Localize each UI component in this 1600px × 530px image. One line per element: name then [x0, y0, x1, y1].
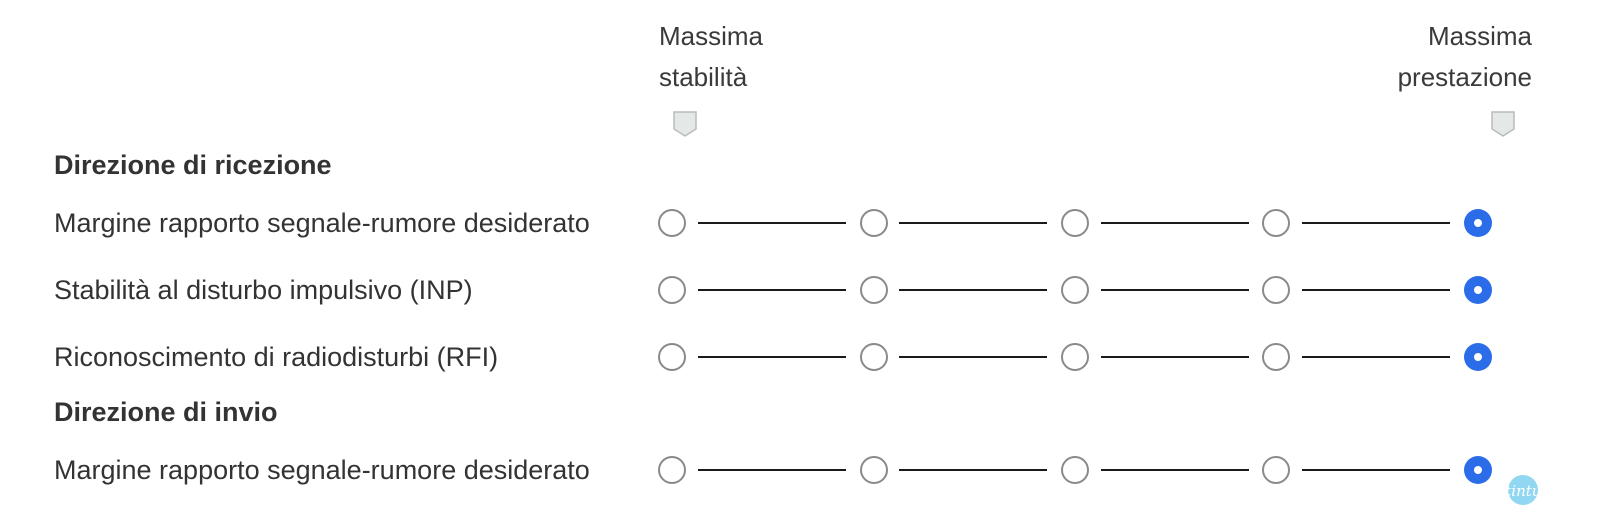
scale-radio-2[interactable]: [860, 456, 888, 484]
scale-connector: [698, 469, 846, 471]
scale-connector: [698, 222, 846, 224]
scale-connector: [1302, 356, 1450, 358]
scale-radio-2[interactable]: [860, 276, 888, 304]
max-stability-label-line1: Massima: [659, 21, 764, 51]
scale-marker-left-icon: [673, 111, 697, 137]
watermark-logo: Stintup: [1495, 475, 1551, 505]
max-stability-label: Massima stabilità: [659, 16, 763, 98]
scale-connector: [1101, 289, 1249, 291]
setting-row-snr-margin-send: Margine rapporto segnale-rumore desidera…: [0, 445, 1600, 495]
scale-radio-1[interactable]: [658, 456, 686, 484]
scale-connector: [1101, 356, 1249, 358]
section-title-send: Direzione di invio: [54, 397, 278, 427]
row-label: Riconoscimento di radiodisturbi (RFI): [54, 342, 499, 372]
scale-connector: [899, 222, 1047, 224]
row-label: Margine rapporto segnale-rumore desidera…: [54, 208, 590, 238]
scale-radio-3[interactable]: [1061, 276, 1089, 304]
line-settings-panel: Massima stabilità Massima prestazione Di…: [0, 0, 1600, 530]
scale-connector: [1302, 289, 1450, 291]
scale-radio-2[interactable]: [860, 343, 888, 371]
svg-text:Stintup: Stintup: [1495, 482, 1551, 500]
scale-connector: [1302, 222, 1450, 224]
scale-radio-1[interactable]: [658, 276, 686, 304]
scale-radio-2[interactable]: [860, 209, 888, 237]
scale-radio-5[interactable]: [1464, 456, 1492, 484]
setting-row-snr-margin-receive: Margine rapporto segnale-rumore desidera…: [0, 198, 1600, 248]
section-title-receive: Direzione di ricezione: [54, 150, 332, 180]
scale-marker-right-icon: [1491, 111, 1515, 137]
scale-connector: [899, 356, 1047, 358]
scale-connector: [1101, 469, 1249, 471]
scale-radio-4[interactable]: [1262, 343, 1290, 371]
scale-radio-5[interactable]: [1464, 209, 1492, 237]
scale-radio-1[interactable]: [658, 343, 686, 371]
scale-connector: [899, 469, 1047, 471]
scale-radio-4[interactable]: [1262, 456, 1290, 484]
scale-radio-3[interactable]: [1061, 209, 1089, 237]
scale-radio-5[interactable]: [1464, 276, 1492, 304]
row-label: Stabilità al disturbo impulsivo (INP): [54, 275, 473, 305]
scale-connector: [698, 356, 846, 358]
row-label: Margine rapporto segnale-rumore desidera…: [54, 455, 590, 485]
scale-connector: [1302, 469, 1450, 471]
scale-radio-1[interactable]: [658, 209, 686, 237]
scale-radio-5[interactable]: [1464, 343, 1492, 371]
max-performance-label-line1: Massima: [1427, 21, 1532, 51]
setting-row-inp-receive: Stabilità al disturbo impulsivo (INP): [0, 265, 1600, 315]
max-performance-label: Massima prestazione: [1398, 16, 1532, 98]
setting-row-rfi-receive: Riconoscimento di radiodisturbi (RFI): [0, 332, 1600, 382]
scale-connector: [698, 289, 846, 291]
scale-radio-4[interactable]: [1262, 209, 1290, 237]
scale-connector: [1101, 222, 1249, 224]
max-stability-label-line2: stabilità: [659, 62, 748, 92]
max-performance-label-line2: prestazione: [1397, 62, 1532, 92]
scale-radio-4[interactable]: [1262, 276, 1290, 304]
scale-radio-3[interactable]: [1061, 343, 1089, 371]
scale-radio-3[interactable]: [1061, 456, 1089, 484]
scale-connector: [899, 289, 1047, 291]
